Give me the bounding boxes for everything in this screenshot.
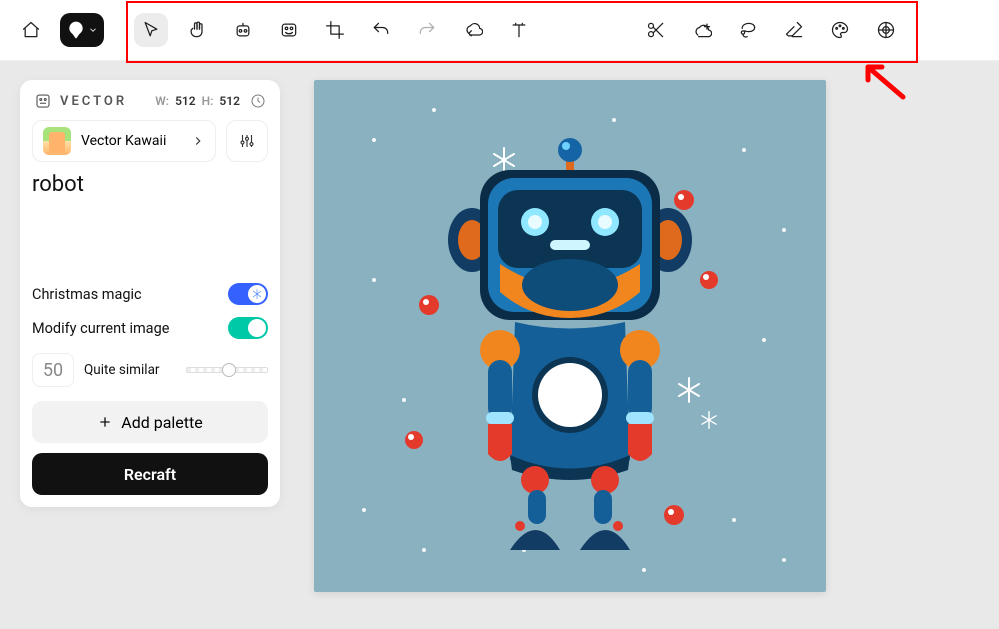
christmas-toggle-label: Christmas magic [32, 286, 228, 303]
plus-icon [97, 414, 113, 430]
text-tool[interactable] [502, 13, 536, 47]
recraft-button[interactable]: Recraft [32, 453, 268, 495]
redo-icon [417, 20, 437, 40]
cut-tool[interactable] [639, 13, 673, 47]
recraft-label: Recraft [124, 465, 176, 484]
mesh-tool[interactable] [869, 13, 903, 47]
similarity-text: Quite similar [84, 362, 160, 378]
lasso-tool[interactable] [731, 13, 765, 47]
christmas-toggle[interactable] [228, 283, 268, 305]
chevron-right-icon [191, 134, 205, 148]
similarity-value[interactable]: 50 [32, 353, 74, 387]
image-tool[interactable] [272, 13, 306, 47]
robot-tool[interactable] [226, 13, 260, 47]
crop-tool[interactable] [318, 13, 352, 47]
similarity-slider[interactable] [186, 367, 268, 373]
hand-icon [187, 20, 207, 40]
cursor-tool[interactable] [134, 13, 168, 47]
style-picker[interactable]: Vector Kawaii [32, 120, 216, 162]
similarity-slider-handle[interactable] [222, 363, 236, 377]
vector-mode-icon [34, 92, 52, 110]
add-palette-label: Add palette [121, 413, 202, 432]
cursor-icon [141, 20, 161, 40]
undo-icon [371, 20, 391, 40]
cloud-plus-icon [692, 20, 712, 40]
crop-icon [325, 20, 345, 40]
image-icon [279, 20, 299, 40]
height-value[interactable]: 512 [219, 94, 240, 108]
home-icon [21, 20, 41, 40]
style-settings-button[interactable] [226, 120, 268, 162]
modify-toggle-label: Modify current image [32, 320, 228, 337]
hand-tool[interactable] [180, 13, 214, 47]
generate-panel: VECTOR W: 512 H: 512 Vector Kawaii [20, 80, 280, 507]
undo-button[interactable] [364, 13, 398, 47]
scissors-icon [646, 20, 666, 40]
brand-icon [66, 20, 86, 40]
sliders-icon [238, 132, 256, 150]
eraser-icon [784, 20, 804, 40]
snowflake-icon [251, 288, 263, 300]
style-thumbnail [43, 127, 71, 155]
mesh-icon [876, 20, 896, 40]
eraser-tool[interactable] [777, 13, 811, 47]
prompt-text[interactable]: robot [32, 170, 268, 277]
width-value[interactable]: 512 [175, 94, 196, 108]
refresh-cloud-icon [463, 20, 483, 40]
mode-label: VECTOR [60, 94, 127, 109]
regenerate-tool[interactable] [456, 13, 490, 47]
height-label: H: [202, 94, 214, 108]
add-palette-button[interactable]: Add palette [32, 401, 268, 443]
redo-button[interactable] [410, 13, 444, 47]
chevron-down-icon [88, 25, 98, 35]
cloud-plus-tool[interactable] [685, 13, 719, 47]
home-button[interactable] [14, 13, 48, 47]
lasso-icon [738, 20, 758, 40]
width-label: W: [155, 94, 169, 108]
text-icon [509, 20, 529, 40]
generated-image[interactable] [314, 80, 826, 592]
brand-menu[interactable] [60, 13, 104, 47]
robot-icon [233, 20, 253, 40]
robot-illustration [314, 80, 826, 592]
history-icon[interactable] [250, 93, 266, 109]
modify-toggle[interactable] [228, 317, 268, 339]
palette-tool[interactable] [823, 13, 857, 47]
palette-icon [830, 20, 850, 40]
style-name: Vector Kawaii [81, 133, 166, 149]
